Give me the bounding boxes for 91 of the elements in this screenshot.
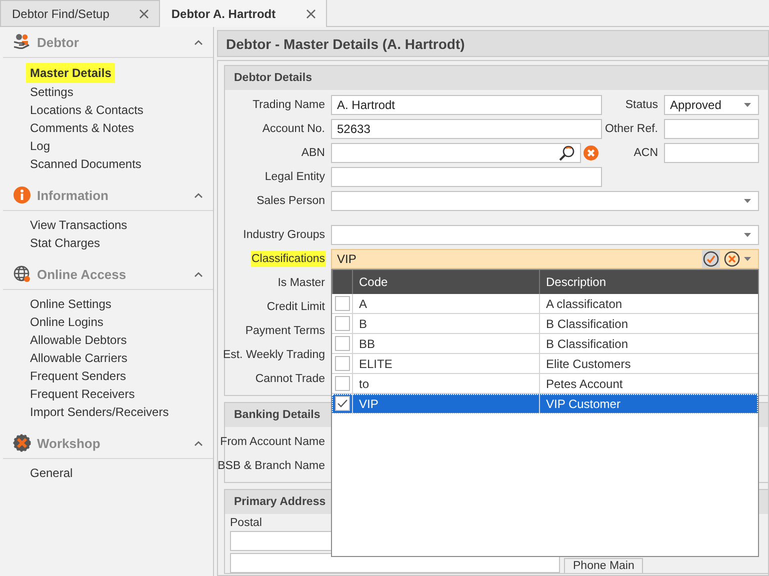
cancel-icon[interactable]: [724, 251, 740, 267]
nav-link[interactable]: Master Details: [26, 63, 116, 83]
info-icon: [13, 186, 31, 204]
field-label: Est. Weekly Trading: [222, 348, 326, 363]
close-icon[interactable]: [306, 8, 316, 18]
field-label: From Account Name: [219, 435, 326, 450]
table-cell: ELITE: [352, 354, 539, 373]
lookup-field[interactable]: [331, 143, 581, 163]
table-cell: VIP: [352, 394, 539, 413]
text-field[interactable]: [331, 167, 602, 187]
list-row[interactable]: B B Classification: [332, 314, 758, 334]
caret-icon[interactable]: [744, 103, 751, 107]
clear-icon[interactable]: [583, 145, 599, 161]
text-field[interactable]: A. Hartrodt: [331, 95, 602, 115]
nav-link[interactable]: Import Senders/Receivers: [26, 403, 173, 421]
nav-link[interactable]: Locations & Contacts: [26, 101, 148, 119]
caret-icon[interactable]: [744, 233, 751, 237]
caret-icon[interactable]: [744, 199, 751, 203]
checkbox[interactable]: [334, 396, 350, 411]
section-title: Debtor Details: [225, 66, 768, 90]
tab[interactable]: Debtor Find/Setup: [0, 0, 160, 26]
nav-link[interactable]: View Transactions: [26, 216, 132, 234]
field-label: Legal Entity: [264, 170, 326, 185]
gear-icon: [13, 434, 31, 452]
dropdown-field[interactable]: [331, 191, 759, 211]
checkbox[interactable]: [334, 296, 350, 311]
column-header[interactable]: Code: [352, 270, 539, 294]
table-cell: B Classification: [539, 314, 758, 333]
text-field[interactable]: [664, 119, 759, 139]
field-label: Phone Main: [564, 558, 644, 573]
chevron-icon[interactable]: [194, 192, 203, 198]
field-label: Trading Name: [252, 98, 326, 113]
nav-link[interactable]: General: [26, 464, 77, 482]
checkbox[interactable]: [334, 336, 350, 351]
list-row[interactable]: ELITE Elite Customers: [332, 354, 758, 374]
field-label: Postal: [230, 517, 263, 529]
table-cell: BB: [352, 334, 539, 353]
field-label: Cannot Trade: [254, 372, 326, 387]
table-cell: Elite Customers: [539, 354, 758, 373]
nav-link[interactable]: Online Logins: [26, 313, 108, 331]
dropdown-field[interactable]: [331, 225, 759, 245]
field-label: Payment Terms: [244, 324, 326, 339]
field-label: ACN: [632, 146, 659, 161]
search-icon[interactable]: [559, 145, 575, 161]
caret-icon[interactable]: [744, 257, 751, 261]
close-icon[interactable]: [139, 8, 150, 18]
field-label: Credit Limit: [266, 300, 326, 315]
field-label: Account No.: [261, 122, 326, 137]
field-label: Sales Person: [256, 194, 326, 209]
table-cell: B Classification: [539, 334, 758, 353]
nav-link[interactable]: Frequent Receivers: [26, 385, 139, 403]
list-row[interactable]: A A classificaton: [332, 294, 758, 314]
list-row[interactable]: BB B Classification: [332, 334, 758, 354]
field-label: Industry Groups: [242, 228, 326, 243]
table-cell: to: [352, 374, 539, 393]
nav-link[interactable]: Allowable Carriers: [26, 349, 132, 367]
table-cell: Petes Account: [539, 374, 758, 393]
field-label: Is Master: [276, 276, 326, 291]
nav-link[interactable]: Comments & Notes: [26, 119, 138, 137]
page-title: Debtor - Master Details (A. Hartrodt): [217, 30, 769, 57]
nav-link[interactable]: Frequent Senders: [26, 367, 130, 385]
checkbox[interactable]: [334, 356, 350, 371]
nav-link[interactable]: Settings: [26, 83, 78, 101]
field-label: Other Ref.: [604, 122, 659, 137]
table-cell: A classificaton: [539, 294, 758, 313]
field-label: Status: [624, 98, 659, 113]
checkbox[interactable]: [334, 376, 350, 391]
chevron-icon[interactable]: [194, 272, 203, 276]
table-cell: B: [352, 314, 539, 333]
field-label: BSB & Branch Name: [218, 459, 326, 474]
nav-link[interactable]: Allowable Debtors: [26, 331, 131, 349]
text-field[interactable]: [664, 143, 759, 163]
checkbox[interactable]: [334, 316, 350, 331]
globe-icon: [13, 265, 31, 283]
nav-link[interactable]: Log: [26, 137, 54, 155]
column-header[interactable]: Description: [539, 270, 758, 294]
nav-link[interactable]: Online Settings: [26, 295, 116, 313]
table-cell: VIP Customer: [539, 394, 758, 413]
check-icon[interactable]: [703, 251, 719, 267]
dropdown-field[interactable]: Approved: [664, 95, 759, 115]
field-label: Classifications: [250, 251, 326, 267]
table-cell: A: [352, 294, 539, 313]
tab[interactable]: Debtor A. Hartrodt: [159, 0, 327, 27]
chevron-icon[interactable]: [194, 40, 203, 44]
list-row[interactable]: VIP VIP Customer: [332, 394, 758, 414]
chevron-icon[interactable]: [194, 440, 203, 446]
field-label: ABN: [300, 146, 326, 161]
nav-link[interactable]: Scanned Documents: [26, 155, 146, 173]
nav-link[interactable]: Stat Charges: [26, 234, 104, 252]
text-field[interactable]: 52633: [331, 119, 602, 139]
person-hand-icon: [13, 33, 31, 51]
